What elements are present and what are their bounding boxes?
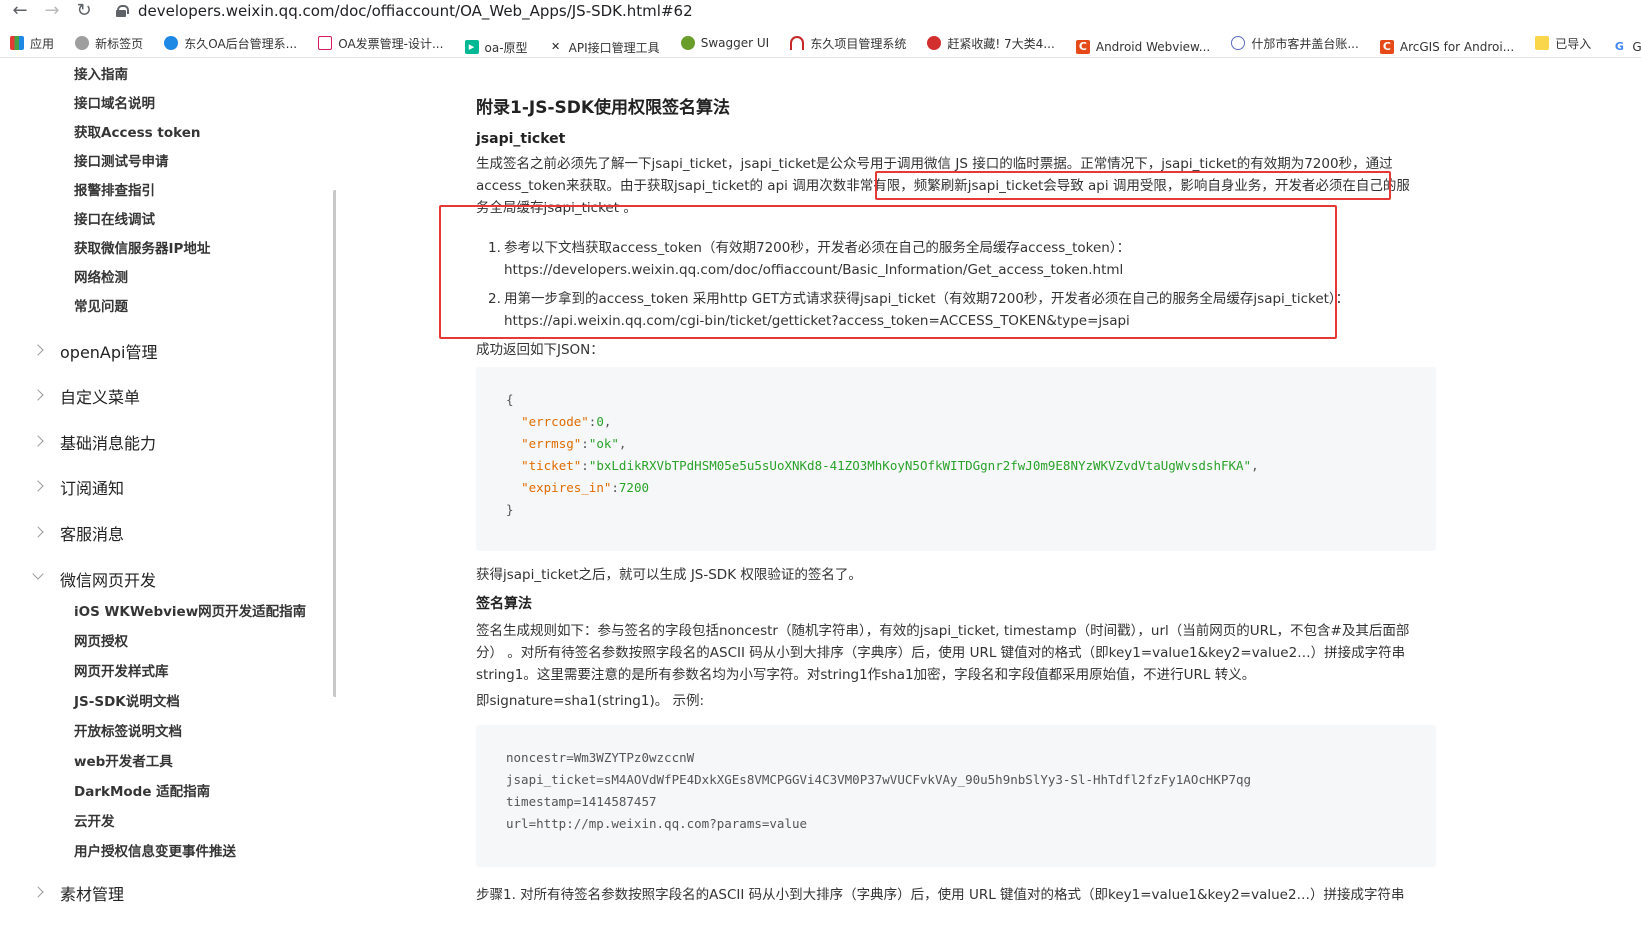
mail-icon: [318, 36, 333, 50]
sidebar-item[interactable]: 常见问题: [74, 295, 128, 315]
chevron-right-icon: [32, 389, 44, 401]
sidebar-group-webdev[interactable]: 微信网页开发: [60, 567, 156, 591]
chevron-right-icon: [32, 435, 44, 447]
sidebar-item[interactable]: 接口域名说明: [74, 92, 155, 112]
huawei-icon: [927, 36, 942, 50]
bookmark-item[interactable]: OA发票管理-设计...: [318, 28, 443, 57]
arch-icon: [790, 36, 805, 50]
sidebar-group-message[interactable]: 基础消息能力: [60, 430, 156, 454]
api-cross-icon: ✕: [548, 40, 563, 54]
bookmark-item[interactable]: C Android Webview...: [1075, 32, 1210, 57]
signature-formula: 即signature=sha1(string1)。 示例:: [476, 693, 705, 709]
folder-icon: [1535, 36, 1550, 50]
bookmark-item[interactable]: GGoo: [1612, 32, 1641, 57]
sidebar-item[interactable]: 接口测试号申请: [74, 150, 169, 170]
doc-content: 附录1-JS-SDK使用权限签名算法 jsapi_ticket 生成签名之前必须…: [336, 59, 1641, 935]
doc-sidebar: 接入指南 接口域名说明 获取Access token 接口测试号申请 报警排查指…: [0, 59, 336, 935]
globe-icon: [75, 36, 90, 50]
paragraph-rule: 签名生成规则如下：参与签名的字段包括noncestr（随机字符串），有效的jsa…: [476, 623, 1410, 683]
annotation-red-box: [875, 171, 1391, 200]
sidebar-group-menu[interactable]: 自定义菜单: [60, 384, 140, 408]
sidebar-item[interactable]: 用户授权信息变更事件推送: [74, 840, 236, 860]
url-text: developers.weixin.qq.com/doc/offiaccount…: [138, 2, 693, 20]
bookmark-item[interactable]: ✕ API接口管理工具: [548, 32, 660, 57]
address-bar[interactable]: developers.weixin.qq.com/doc/offiaccount…: [108, 0, 1641, 24]
reload-icon[interactable]: ↻: [72, 0, 96, 24]
bookmark-item[interactable]: ▸ oa-原型: [464, 32, 528, 57]
csdn-icon: C: [1379, 40, 1394, 54]
subheading-signature: 签名算法: [476, 596, 532, 612]
sidebar-item[interactable]: 网页开发样式库: [74, 660, 169, 680]
chevron-down-icon: [32, 568, 44, 580]
annotation-red-box: [439, 205, 1337, 339]
bookmark-apps[interactable]: 应用: [10, 28, 54, 57]
forward-icon[interactable]: →: [40, 0, 64, 24]
sidebar-item-jssdk[interactable]: JS-SDK说明文档: [74, 690, 180, 710]
sidebar-item[interactable]: web开发者工具: [74, 750, 173, 770]
sidebar-item[interactable]: 接入指南: [74, 63, 128, 83]
google-icon: G: [1612, 40, 1627, 54]
sidebar-group-subscribe[interactable]: 订阅通知: [60, 475, 124, 499]
bookmark-item[interactable]: 东久项目管理系统: [790, 28, 906, 57]
sidebar-item[interactable]: DarkMode 适配指南: [74, 780, 210, 800]
chevron-right-icon: [32, 886, 44, 898]
lock-icon: [116, 5, 129, 17]
sidebar-item[interactable]: 报警排查指引: [74, 179, 155, 199]
bookmark-item[interactable]: 赶紧收藏! 7大类4...: [927, 28, 1055, 57]
paragraph-step1-cut: 步骤1. 对所有待签名参数按照字段名的ASCII 码从小到大排序（字典序）后，使…: [476, 887, 1405, 903]
bookmark-item[interactable]: 新标签页: [75, 28, 143, 57]
sidebar-item[interactable]: 获取微信服务器IP地址: [74, 237, 210, 257]
sidebar-item[interactable]: 接口在线调试: [74, 208, 155, 228]
sidebar-item[interactable]: 获取Access token: [74, 121, 201, 141]
sidebar-item[interactable]: 网页授权: [74, 630, 128, 650]
bookmark-logo-icon: [164, 36, 179, 50]
sidebar-group-material[interactable]: 素材管理: [60, 881, 124, 905]
apps-grid-icon: [10, 36, 24, 50]
sidebar-item[interactable]: 云开发: [74, 810, 115, 830]
bookmark-item[interactable]: 东久OA后台管理系...: [164, 28, 297, 57]
browser-toolbar: ← → ↻ developers.weixin.qq.com/doc/offia…: [0, 0, 1641, 26]
bookmark-folder[interactable]: 已导入: [1535, 28, 1591, 57]
bookmarks-bar: 应用 新标签页 东久OA后台管理系... OA发票管理-设计... ▸ oa-原型…: [0, 28, 1641, 58]
swagger-icon: [680, 36, 695, 50]
back-icon[interactable]: ←: [8, 0, 32, 24]
subheading-jsapi-ticket: jsapi_ticket: [476, 131, 566, 147]
chevron-right-icon: [32, 526, 44, 538]
success-text: 成功返回如下JSON：: [476, 342, 604, 358]
chevron-right-icon: [32, 344, 44, 356]
sidebar-item[interactable]: 网络检测: [74, 266, 128, 286]
csdn-icon: C: [1075, 40, 1090, 54]
bookmark-item[interactable]: Swagger UI: [680, 28, 769, 57]
sidebar-item[interactable]: 开放标签说明文档: [74, 720, 182, 740]
sidebar-group-customer[interactable]: 客服消息: [60, 521, 124, 545]
sidebar-group-openapi[interactable]: openApi管理: [60, 339, 157, 363]
bookmark-item[interactable]: C ArcGIS for Androi...: [1379, 32, 1514, 57]
example-code-block: noncestr=Wm3WZYTPz0wzccnW jsapi_ticket=s…: [476, 725, 1436, 867]
play-icon: ▸: [464, 40, 479, 54]
chevron-right-icon: [32, 480, 44, 492]
sidebar-item[interactable]: iOS WKWebview网页开发适配指南: [74, 600, 306, 620]
section-title: 附录1-JS-SDK使用权限签名算法: [476, 98, 731, 118]
json-code-block: { "errcode":0, "errmsg":"ok", "ticket":"…: [476, 367, 1436, 551]
bookmark-item[interactable]: 什邡市客井盖台账...: [1231, 28, 1359, 57]
paragraph-after-json: 获得jsapi_ticket之后，就可以生成 JS-SDK 权限验证的签名了。: [476, 567, 862, 583]
circle-logo-icon: [1231, 36, 1246, 50]
